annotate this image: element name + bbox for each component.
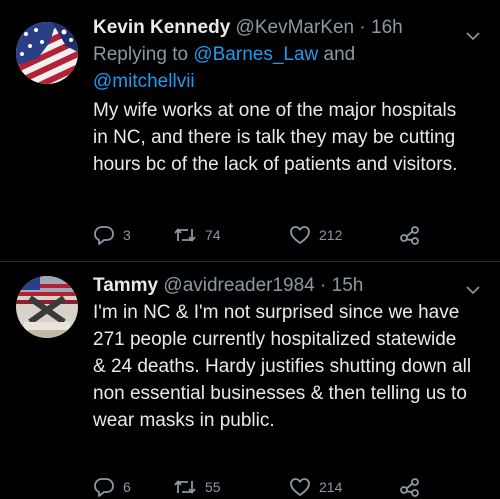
tweet-text: I'm in NC & I'm not surprised since we h…: [93, 302, 472, 431]
user-avatar[interactable]: [16, 22, 78, 84]
tweet-text: My wife works at one of the major hospit…: [93, 100, 458, 175]
reply-icon: [94, 226, 114, 245]
retweet-button[interactable]: 55: [173, 475, 221, 499]
display-name[interactable]: Kevin Kennedy: [93, 17, 230, 38]
reply-button[interactable]: 6: [93, 475, 131, 499]
tweet-actions: 3 74 212: [93, 223, 433, 247]
user-handle[interactable]: @avidreader1984: [163, 275, 314, 296]
heart-icon: [290, 226, 310, 244]
chevron-down-icon[interactable]: [466, 282, 480, 295]
share-button[interactable]: [399, 223, 421, 247]
like-button[interactable]: 212: [289, 223, 342, 247]
like-count: 214: [319, 479, 343, 495]
tweet-header: Kevin Kennedy @KevMarKen · 16h: [93, 14, 473, 41]
replying-to-label: Replying to: [93, 44, 189, 65]
share-icon: [400, 478, 419, 497]
timestamp[interactable]: 15h: [332, 275, 364, 296]
display-name[interactable]: Tammy: [93, 275, 158, 296]
retweet-icon: [174, 228, 196, 242]
share-button[interactable]: [399, 475, 421, 499]
replying-to-joiner: and: [323, 44, 356, 65]
tweet-content: Kevin Kennedy @KevMarKen · 16h Replying …: [93, 14, 473, 178]
share-icon: [400, 226, 419, 245]
tweet-content: Tammy @avidreader1984 · 15h I'm in NC & …: [93, 272, 473, 434]
retweet-count: 74: [205, 227, 221, 243]
chevron-down-icon[interactable]: [466, 28, 480, 41]
separator-dot: ·: [320, 275, 327, 296]
tweet[interactable]: Tammy @avidreader1984 · 15h I'm in NC & …: [0, 262, 500, 497]
replying-to: Replying to @Barnes_Law and @mitchellvii: [93, 41, 473, 95]
heart-icon: [290, 478, 310, 496]
flag-avatar-image: [16, 22, 78, 84]
separator-dot: ·: [359, 17, 366, 38]
tweet-header: Tammy @avidreader1984 · 15h: [93, 272, 473, 299]
reply-count: 6: [123, 479, 131, 495]
reply-count: 3: [123, 227, 131, 243]
like-count: 212: [319, 227, 343, 243]
reply-button[interactable]: 3: [93, 223, 131, 247]
flag-avatar-image: [16, 276, 78, 338]
retweet-button[interactable]: 74: [173, 223, 221, 247]
mention-link[interactable]: @mitchellvii: [93, 71, 195, 92]
reply-icon: [94, 478, 114, 497]
retweet-count: 55: [205, 479, 221, 495]
user-avatar[interactable]: [16, 276, 78, 338]
mention-link[interactable]: @Barnes_Law: [193, 44, 318, 65]
user-handle[interactable]: @KevMarKen: [236, 17, 355, 38]
tweet[interactable]: Kevin Kennedy @KevMarKen · 16h Replying …: [0, 0, 500, 262]
like-button[interactable]: 214: [289, 475, 342, 499]
tweet-actions: 6 55 214: [93, 475, 433, 499]
retweet-icon: [174, 480, 196, 494]
timestamp[interactable]: 16h: [371, 17, 403, 38]
